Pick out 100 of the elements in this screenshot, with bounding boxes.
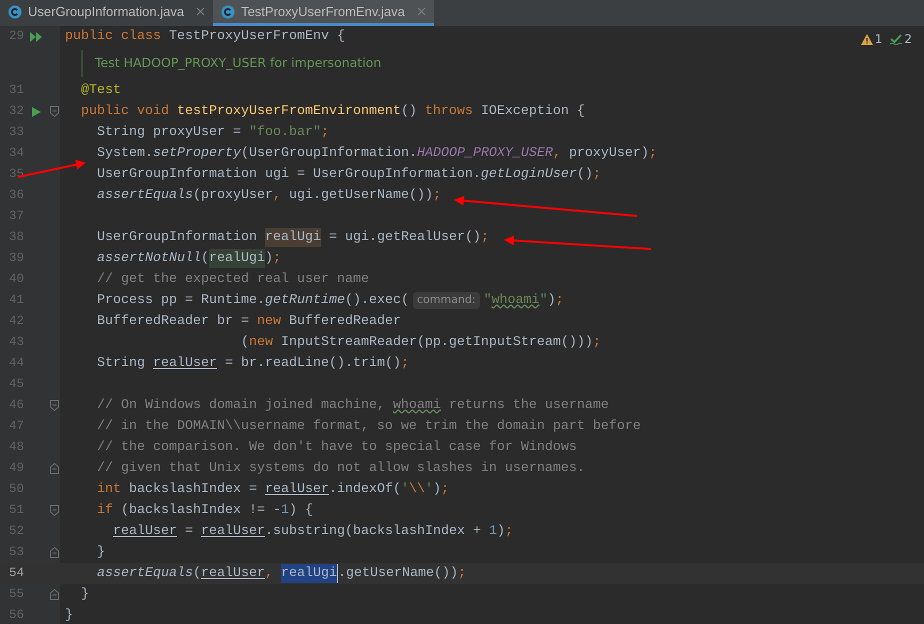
keyword: ; xyxy=(592,334,601,352)
fold-icon[interactable] xyxy=(50,400,58,411)
variable: realUser xyxy=(153,354,217,372)
code-text: .getUserName()) xyxy=(338,564,458,582)
code-text: Process pp = Runtime. xyxy=(97,292,265,310)
code-text: InputStreamReader(pp.getInputStream())) xyxy=(280,334,593,352)
code-text: realUgi xyxy=(280,564,338,584)
keyword: new xyxy=(256,312,282,330)
string-literal: " xyxy=(484,292,492,310)
method-call: assertEquals xyxy=(97,564,193,582)
code-comment: // given that Unix systems do not allow slashes in usernames. xyxy=(97,460,585,478)
number-literal: 1 xyxy=(488,522,497,540)
code-text: () xyxy=(576,166,593,184)
keyword: new xyxy=(248,334,274,352)
variable: realUser xyxy=(113,522,177,540)
code-text: backslashIndex = xyxy=(129,480,258,498)
code-text: ) xyxy=(432,480,441,498)
code-text: ) { xyxy=(288,502,313,520)
keyword: , xyxy=(272,186,281,204)
run-all-icon[interactable] xyxy=(30,32,42,42)
code-text: ( xyxy=(240,334,249,352)
method-call: getRuntime xyxy=(264,292,345,310)
code-text: () xyxy=(400,102,418,120)
keyword: ; xyxy=(432,186,441,204)
code-text: BufferedReader br = xyxy=(97,312,250,330)
keyword: int xyxy=(97,480,122,498)
code-comment: whoami xyxy=(392,396,441,414)
keyword: if xyxy=(97,502,114,520)
code-text: UserGroupInformation xyxy=(97,228,258,246)
code-text: ) xyxy=(496,522,505,540)
code-comment: // in the DOMAIN\\username format, so we trim the domain part before xyxy=(97,418,641,436)
keyword: ; xyxy=(592,166,601,184)
run-icon[interactable] xyxy=(32,106,40,116)
editor-tab[interactable]: UserGroupInformation.java xyxy=(0,0,214,26)
code-text: (proxyUser xyxy=(192,186,273,204)
keyword: ; xyxy=(320,124,329,142)
variable: realUser xyxy=(264,480,329,498)
code-comment: returns the username xyxy=(448,396,609,414)
keyword: \\ xyxy=(408,480,425,498)
keyword: ; xyxy=(272,250,281,268)
code-text: realUgi xyxy=(208,248,265,268)
check-icon[interactable] xyxy=(890,34,902,44)
code-text: proxyUser) xyxy=(568,144,649,162)
constant: HADOOP_PROXY_USER xyxy=(416,144,553,162)
close-icon[interactable] xyxy=(416,7,426,16)
fold-icon[interactable] xyxy=(50,463,58,474)
method-call: assertEquals xyxy=(97,186,193,204)
code-text: ( xyxy=(192,564,201,582)
code-text: } xyxy=(65,606,73,624)
line-number: 54 xyxy=(8,565,24,582)
code-text: .indexOf( xyxy=(328,480,401,498)
code-text: } xyxy=(97,544,105,562)
string-literal: ' xyxy=(424,480,433,498)
variable: realUser xyxy=(201,522,265,540)
code-comment: // the comparison. We don't have to special case for Windows xyxy=(97,438,577,456)
keyword: ; xyxy=(400,354,409,372)
code-text: String proxyUser = xyxy=(97,124,242,142)
code-text: ugi.getUserName()) xyxy=(288,186,433,204)
keyword: , xyxy=(552,144,561,162)
editor-tab[interactable]: TestProxyUserFromEnv.java xyxy=(213,0,434,26)
code-text: (backslashIndex != - xyxy=(121,502,281,520)
warning-icon[interactable] xyxy=(860,34,873,44)
code-text: IOException { xyxy=(480,102,585,120)
tab-label: UserGroupInformation.java xyxy=(28,2,184,21)
code-text: ( xyxy=(200,250,209,268)
code-text: = xyxy=(185,522,194,540)
method-call: setProperty xyxy=(153,144,241,162)
method-call: assertNotNull xyxy=(97,250,201,268)
keyword: throws xyxy=(424,102,474,120)
string-literal: ' xyxy=(400,480,409,498)
string-literal: "foo.bar" xyxy=(248,124,321,142)
fold-icon[interactable] xyxy=(50,106,58,117)
code-comment: // get the expected real user name xyxy=(97,270,369,288)
code-text: realUgi xyxy=(264,228,321,248)
keyword: public class xyxy=(65,28,162,46)
code-text: TestProxyUserFromEnv { xyxy=(168,28,345,46)
class-file-icon xyxy=(221,4,236,18)
fold-icon[interactable] xyxy=(50,589,58,600)
code-text: UserGroupInformation ugi = UserGroupInformation. xyxy=(97,166,481,184)
code-text: .substring(backslashIndex + xyxy=(265,522,482,540)
code-comment: // On Windows domain joined machine, xyxy=(97,396,385,414)
code-text: = ugi.getRealUser() xyxy=(328,228,481,246)
code-text: String xyxy=(97,354,146,372)
number-literal: 1 xyxy=(280,502,289,520)
code-text: BufferedReader xyxy=(288,312,401,330)
doc-comment: Test HADOOP_PROXY_USER for impersonation xyxy=(95,54,382,72)
method-call: getLoginUser xyxy=(480,166,577,184)
close-icon[interactable] xyxy=(196,7,206,16)
keyword: ; xyxy=(480,228,489,246)
keyword: ; xyxy=(458,564,466,582)
keyword: public void xyxy=(81,102,170,120)
fold-icon[interactable] xyxy=(50,547,58,558)
fold-icon[interactable] xyxy=(50,505,58,516)
class-file-icon xyxy=(8,4,22,18)
string-literal: " xyxy=(540,292,548,310)
keyword: ; xyxy=(556,292,564,310)
code-text: ().exec( xyxy=(344,292,409,310)
keyword: ; xyxy=(504,522,513,540)
warning-count: 1 xyxy=(874,31,882,48)
code-text: (UserGroupInformation. xyxy=(240,144,417,162)
